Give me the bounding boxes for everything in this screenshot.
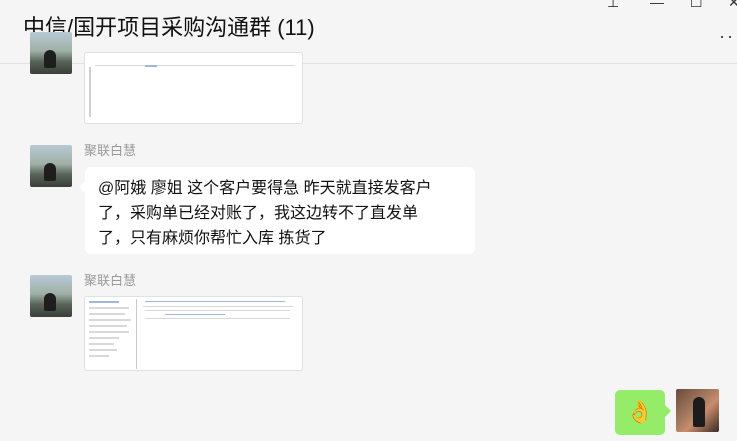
- avatar[interactable]: [30, 275, 72, 317]
- avatar[interactable]: [30, 145, 72, 187]
- message-line: @阿娥 廖姐 这个客户要得急 昨天就直接发客户: [98, 180, 432, 197]
- sender-name: 聚联白慧: [84, 273, 137, 288]
- minimize-icon[interactable]: —: [650, 0, 664, 10]
- self-emoji-message[interactable]: 👌: [615, 390, 671, 435]
- image-message[interactable]: [84, 296, 303, 371]
- message-line: 了，采购单已经对账了，我这边转不了直发单: [98, 205, 419, 222]
- message-line: 了，只有麻烦你帮忙入库 拣货了: [98, 230, 327, 247]
- pin-icon[interactable]: ⊥: [607, 0, 619, 11]
- self-avatar[interactable]: [676, 389, 719, 432]
- ok-hand-emoji: 👌: [626, 400, 654, 425]
- avatar[interactable]: [30, 32, 72, 74]
- more-icon[interactable]: ··: [719, 26, 735, 47]
- text-message[interactable]: @阿娥 廖姐 这个客户要得急 昨天就直接发客户 了，采购单已经对账了，我这边转不…: [79, 167, 475, 254]
- sender-name: 聚联白慧: [84, 143, 137, 158]
- maximize-icon[interactable]: ☐: [690, 0, 703, 11]
- image-message[interactable]: [84, 52, 303, 124]
- close-icon[interactable]: ✕: [728, 0, 737, 11]
